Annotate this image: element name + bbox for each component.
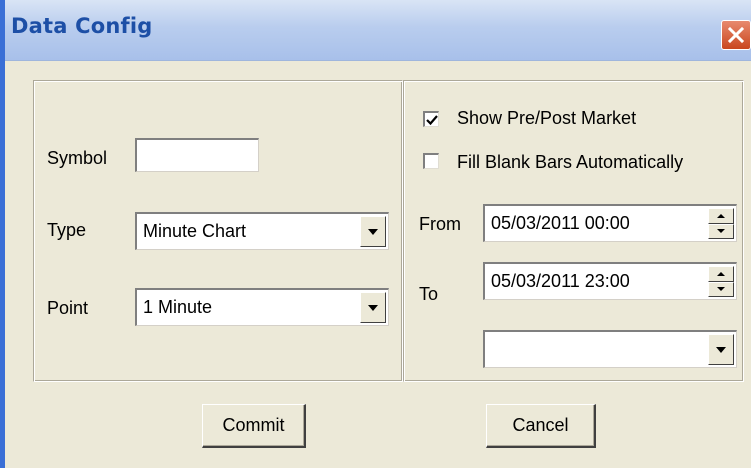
point-select-value: 1 Minute — [143, 297, 213, 317]
extra-select[interactable] — [483, 330, 737, 368]
point-label: Point — [47, 298, 89, 318]
to-datetime-input[interactable]: 05/03/2011 23:00 — [483, 262, 737, 300]
fill-blank-checkbox[interactable] — [423, 153, 439, 169]
extra-select-dropdown-button[interactable] — [708, 334, 734, 365]
to-spin-up-button[interactable] — [708, 266, 734, 282]
cancel-button[interactable]: Cancel — [486, 404, 596, 448]
from-spin-down-button[interactable] — [708, 223, 734, 239]
close-button[interactable] — [721, 20, 751, 50]
checkmark-icon — [425, 114, 438, 125]
title-bar[interactable]: Data Config — [5, 0, 751, 61]
type-select-value: Minute Chart — [143, 221, 247, 241]
chevron-down-icon — [368, 228, 378, 235]
to-spinner — [708, 266, 734, 297]
spin-up-icon — [717, 213, 725, 218]
type-label: Type — [47, 220, 87, 240]
from-datetime-input[interactable]: 05/03/2011 00:00 — [483, 204, 737, 242]
show-prepost-checkbox[interactable] — [423, 111, 439, 127]
type-select-dropdown-button[interactable] — [360, 216, 386, 247]
from-datetime-value: 05/03/2011 00:00 — [491, 213, 630, 233]
point-select-dropdown-button[interactable] — [360, 292, 386, 323]
chevron-down-icon — [368, 304, 378, 311]
type-select[interactable]: Minute Chart — [135, 212, 389, 250]
chevron-down-icon — [716, 346, 726, 353]
spin-down-icon — [717, 287, 725, 292]
from-spin-up-button[interactable] — [708, 208, 734, 224]
to-datetime-value: 05/03/2011 23:00 — [491, 271, 630, 291]
symbol-label: Symbol — [47, 148, 108, 168]
point-select[interactable]: 1 Minute — [135, 288, 389, 326]
spin-down-icon — [717, 229, 725, 234]
to-spin-down-button[interactable] — [708, 281, 734, 297]
symbol-input[interactable] — [135, 138, 259, 172]
window-title: Data Config — [11, 14, 153, 38]
from-label: From — [419, 214, 461, 234]
close-icon — [727, 26, 745, 44]
from-spinner — [708, 208, 734, 239]
show-prepost-label[interactable]: Show Pre/Post Market — [457, 108, 636, 129]
commit-button[interactable]: Commit — [202, 404, 306, 448]
to-label: To — [419, 284, 439, 304]
fill-blank-label[interactable]: Fill Blank Bars Automatically — [457, 152, 683, 173]
data-config-dialog: Data Config Symbol Type Minute Chart Poi… — [0, 0, 751, 468]
spin-up-icon — [717, 271, 725, 276]
